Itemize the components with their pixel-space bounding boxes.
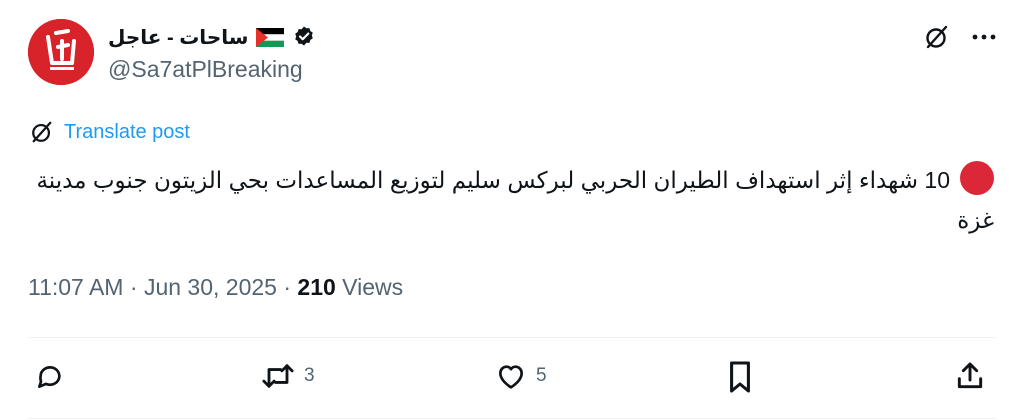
header-actions [924, 24, 996, 50]
palestine-flag-icon [256, 27, 285, 47]
author-handle[interactable]: @Sa7atPlBreaking [108, 56, 303, 83]
more-button[interactable] [972, 33, 996, 41]
author-display-name[interactable]: ساحات - عاجل [108, 25, 248, 50]
meta-separator: · [283, 274, 292, 300]
grok-button[interactable] [924, 24, 950, 50]
bookmark-button[interactable] [726, 360, 754, 394]
avatar[interactable] [28, 19, 94, 85]
repost-icon [262, 364, 294, 388]
divider [28, 418, 996, 419]
tweet-date[interactable]: Jun 30, 2025 [144, 274, 277, 300]
translate-post-link[interactable]: Translate post [30, 120, 190, 144]
tweet-text-content: 10 شهداء إثر استهداف الطيران الحربي لبرك… [36, 167, 994, 233]
grok-icon [32, 121, 52, 143]
divider [28, 337, 996, 338]
share-icon [957, 362, 983, 389]
views-count: 210 [297, 274, 336, 300]
tweet-time[interactable]: 11:07 AM [28, 274, 123, 300]
translate-post-label[interactable]: Translate post [64, 121, 190, 144]
author-name-row: ساحات - عاجل [108, 22, 316, 52]
sahat-logo-icon [28, 19, 94, 85]
views-label: Views [342, 274, 404, 300]
verified-badge-icon [295, 26, 314, 46]
repost-button[interactable]: 3 [260, 360, 315, 392]
reply-button[interactable] [34, 360, 74, 392]
red-circle-icon [960, 161, 994, 195]
action-bar: 3 5 [34, 360, 990, 400]
grok-icon [926, 25, 948, 49]
repost-count: 3 [304, 365, 315, 386]
meta-separator: · [129, 274, 138, 300]
reply-icon [38, 366, 61, 388]
tweet-meta: 11:07 AM · Jun 30, 2025 · 210 Views [28, 274, 403, 301]
heart-icon [499, 365, 523, 389]
like-button[interactable]: 5 [494, 360, 547, 392]
bookmark-icon [730, 361, 750, 393]
like-count: 5 [536, 365, 547, 386]
share-button[interactable] [954, 360, 986, 392]
more-icon [972, 34, 996, 40]
tweet-text: 10 شهداء إثر استهداف الطيران الحربي لبرك… [28, 160, 994, 240]
